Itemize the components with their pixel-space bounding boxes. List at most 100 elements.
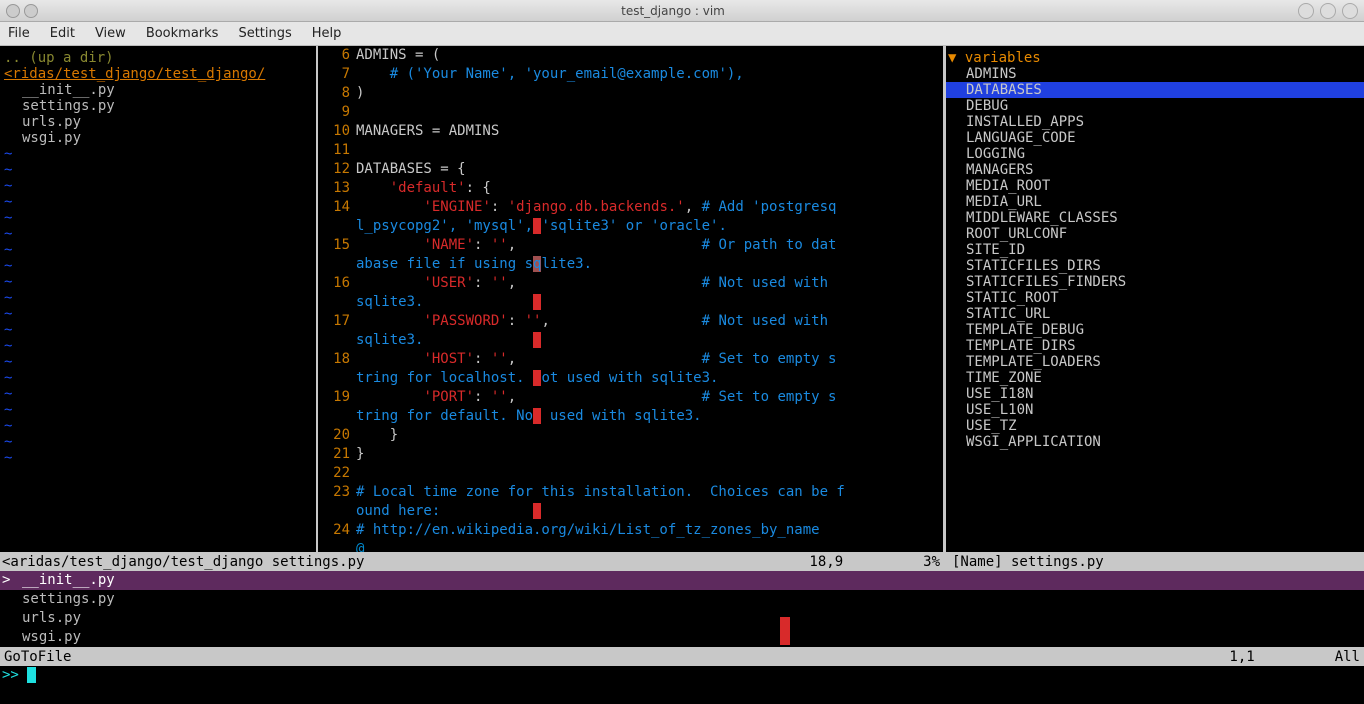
code-line[interactable]: DATABASES = { xyxy=(356,160,943,179)
window-title: test_django : vim xyxy=(48,4,1298,18)
code-line[interactable]: # http://en.wikipedia.org/wiki/List_of_t… xyxy=(356,521,943,540)
code-line[interactable]: ) xyxy=(356,84,943,103)
cmdline-prompt: >> xyxy=(2,667,27,683)
outline-item[interactable]: MIDDLEWARE_CLASSES xyxy=(946,210,1364,226)
menu-file[interactable]: File xyxy=(8,26,30,41)
tilde-line: ~ xyxy=(0,146,316,162)
outline-item[interactable]: STATIC_URL xyxy=(946,306,1364,322)
maximize-button[interactable] xyxy=(1320,3,1336,19)
outline-item[interactable]: ROOT_URLCONF xyxy=(946,226,1364,242)
code-line[interactable]: ADMINS = ( xyxy=(356,46,943,65)
updir-link[interactable]: .. (up a dir) xyxy=(0,50,316,66)
line-number: 20 xyxy=(318,426,350,445)
outline-item[interactable]: ADMINS xyxy=(946,66,1364,82)
outline-item[interactable]: STATICFILES_DIRS xyxy=(946,258,1364,274)
code-line[interactable]: 'PASSWORD': '', # Not used with xyxy=(356,312,943,331)
code-line[interactable] xyxy=(356,464,943,483)
menu-bookmarks[interactable]: Bookmarks xyxy=(146,26,219,41)
gotofile-item[interactable]: __init__.py xyxy=(0,571,1364,590)
command-line[interactable]: >> xyxy=(0,666,1364,685)
tilde-line: ~ xyxy=(0,242,316,258)
outline-header[interactable]: ▼ variables xyxy=(946,50,1364,66)
code-line[interactable]: tring for default. Not used with sqlite3… xyxy=(356,407,943,426)
outline-item[interactable]: LOGGING xyxy=(946,146,1364,162)
minimize-button[interactable] xyxy=(1298,3,1314,19)
gotofile-item[interactable]: wsgi.py xyxy=(0,628,1364,647)
tilde-line: ~ xyxy=(0,290,316,306)
outline-item[interactable]: TEMPLATE_DIRS xyxy=(946,338,1364,354)
line-number xyxy=(318,369,350,388)
gotofile-item[interactable]: urls.py xyxy=(0,609,1364,628)
code-editor[interactable]: 6789101112131415161718192021222324 ADMIN… xyxy=(318,46,943,552)
code-line[interactable]: 'USER': '', # Not used with xyxy=(356,274,943,293)
line-number: 13 xyxy=(318,179,350,198)
file-item[interactable]: urls.py xyxy=(0,114,316,130)
code-line[interactable] xyxy=(356,141,943,160)
tilde-line: ~ xyxy=(0,178,316,194)
close-button[interactable] xyxy=(1342,3,1358,19)
tilde-line: ~ xyxy=(0,162,316,178)
code-line[interactable]: 'ENGINE': 'django.db.backends.', # Add '… xyxy=(356,198,943,217)
line-number xyxy=(318,407,350,426)
outline-item[interactable]: MANAGERS xyxy=(946,162,1364,178)
outline-item[interactable]: SITE_ID xyxy=(946,242,1364,258)
file-item[interactable]: __init__.py xyxy=(0,82,316,98)
code-line[interactable]: 'PORT': '', # Set to empty s xyxy=(356,388,943,407)
line-number: 11 xyxy=(318,141,350,160)
outline-item[interactable]: INSTALLED_APPS xyxy=(946,114,1364,130)
tilde-line: ~ xyxy=(0,354,316,370)
code-line[interactable]: } xyxy=(356,445,943,464)
file-item[interactable]: settings.py xyxy=(0,98,316,114)
outline-item[interactable]: STATIC_ROOT xyxy=(946,290,1364,306)
gotofile-list[interactable]: __init__.pysettings.pyurls.pywsgi.py xyxy=(0,571,1364,647)
column-marker xyxy=(780,617,790,645)
outline-item[interactable]: LANGUAGE_CODE xyxy=(946,130,1364,146)
outline-item[interactable]: TEMPLATE_LOADERS xyxy=(946,354,1364,370)
line-number: 16 xyxy=(318,274,350,293)
outline-item[interactable]: DATABASES xyxy=(946,82,1364,98)
code-line[interactable]: # ('Your Name', 'your_email@example.com'… xyxy=(356,65,943,84)
menu-edit[interactable]: Edit xyxy=(50,26,75,41)
code-line[interactable]: 'default': { xyxy=(356,179,943,198)
line-number xyxy=(318,255,350,274)
code-body[interactable]: ADMINS = ( # ('Your Name', 'your_email@e… xyxy=(356,46,943,552)
code-line[interactable] xyxy=(356,103,943,122)
menu-view[interactable]: View xyxy=(95,26,126,41)
status-file: settings.py xyxy=(272,554,365,570)
line-number: 9 xyxy=(318,103,350,122)
code-line[interactable]: MANAGERS = ADMINS xyxy=(356,122,943,141)
outline-item[interactable]: TIME_ZONE xyxy=(946,370,1364,386)
code-line[interactable]: tring for localhost. Not used with sqlit… xyxy=(356,369,943,388)
current-path[interactable]: <ridas/test_django/test_django/ xyxy=(0,66,316,82)
tilde-line: ~ xyxy=(0,434,316,450)
outline-item[interactable]: TEMPLATE_DEBUG xyxy=(946,322,1364,338)
code-line[interactable]: abase file if using sqlite3. xyxy=(356,255,943,274)
outline-item[interactable]: WSGI_APPLICATION xyxy=(946,434,1364,450)
code-line[interactable]: } xyxy=(356,426,943,445)
outline-panel[interactable]: ▼ variables ADMINSDATABASESDEBUGINSTALLE… xyxy=(946,46,1364,552)
line-number xyxy=(318,331,350,350)
outline-item[interactable]: USE_L10N xyxy=(946,402,1364,418)
file-item[interactable]: wsgi.py xyxy=(0,130,316,146)
gotofile-item[interactable]: settings.py xyxy=(0,590,1364,609)
file-explorer[interactable]: .. (up a dir) <ridas/test_django/test_dj… xyxy=(0,46,318,552)
code-line[interactable]: 'NAME': '', # Or path to dat xyxy=(356,236,943,255)
app-icon-2 xyxy=(24,4,38,18)
tilde-line: ~ xyxy=(0,370,316,386)
line-number xyxy=(318,293,350,312)
outline-item[interactable]: MEDIA_ROOT xyxy=(946,178,1364,194)
outline-item[interactable]: DEBUG xyxy=(946,98,1364,114)
outline-item[interactable]: MEDIA_URL xyxy=(946,194,1364,210)
outline-item[interactable]: STATICFILES_FINDERS xyxy=(946,274,1364,290)
code-line[interactable]: # Local time zone for this installation.… xyxy=(356,483,943,502)
line-number xyxy=(318,502,350,521)
code-line[interactable]: sqlite3. xyxy=(356,331,943,350)
code-line[interactable]: l_psycopg2', 'mysql', 'sqlite3' or 'orac… xyxy=(356,217,943,236)
menu-settings[interactable]: Settings xyxy=(238,26,291,41)
code-line[interactable]: ound here: xyxy=(356,502,943,521)
code-line[interactable]: 'HOST': '', # Set to empty s xyxy=(356,350,943,369)
outline-item[interactable]: USE_I18N xyxy=(946,386,1364,402)
menu-help[interactable]: Help xyxy=(312,26,342,41)
outline-item[interactable]: USE_TZ xyxy=(946,418,1364,434)
code-line[interactable]: sqlite3. xyxy=(356,293,943,312)
